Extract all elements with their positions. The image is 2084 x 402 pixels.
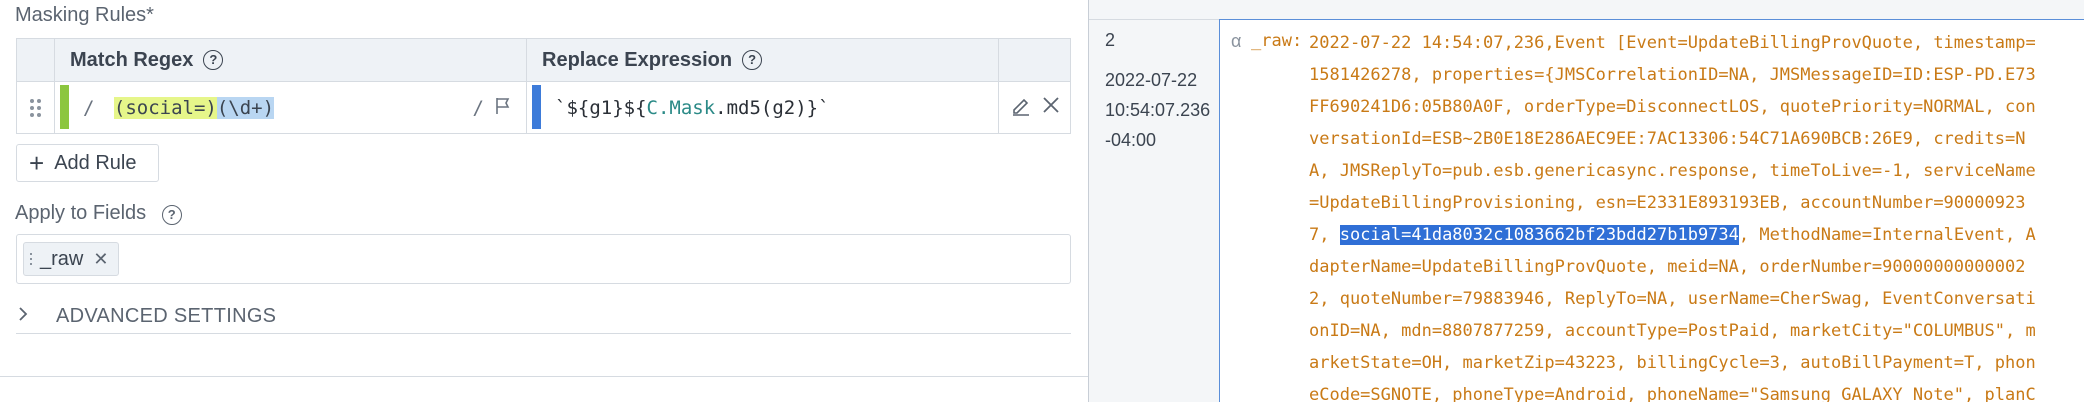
replace-suffix: .md5(g2)}` — [715, 97, 830, 119]
raw-field-value[interactable]: 2022-07-22 14:54:07,236,Event [Event=Upd… — [1309, 29, 2084, 402]
divider-line — [0, 376, 1088, 377]
raw-line: A, JMSReplyTo=pub.esb.genericasync.respo… — [1309, 161, 2036, 181]
raw-field-name: _raw: — [1251, 31, 1303, 51]
add-rule-label: Add Rule — [54, 151, 137, 174]
rules-table-header: Match Regex ? Replace Expression ? — [17, 39, 1070, 82]
advanced-settings-toggle[interactable]: ADVANCED SETTINGS — [16, 300, 1071, 334]
close-icon[interactable] — [1041, 95, 1061, 121]
event-time-date: 2022-07-22 — [1105, 70, 1198, 90]
drag-handle-icon[interactable] — [17, 82, 55, 134]
string-type-icon: α — [1231, 31, 1242, 51]
event-time-clock: 10:54:07.236 — [1105, 100, 1211, 120]
raw-line: 1581426278, properties={JMSCorrelationID… — [1309, 65, 2036, 85]
field-token[interactable]: _raw ✕ — [23, 242, 120, 276]
header-replace-expression: Replace Expression ? — [527, 39, 999, 81]
regex-value[interactable]: / (social=) (\d+) — [83, 82, 275, 134]
replace-value[interactable]: `${g1}${C.Mask .md5(g2)}` — [555, 82, 830, 134]
raw-line: dapterName=UpdateBillingProvQuote, meid=… — [1309, 257, 2026, 277]
header-match-regex-label: Match Regex — [70, 48, 194, 71]
replace-prefix: `${g1}${ — [555, 97, 647, 119]
rule-actions — [999, 82, 1071, 134]
plus-icon: + — [29, 148, 45, 178]
help-icon[interactable]: ? — [161, 205, 182, 225]
apply-to-fields-label: Apply to Fields — [15, 202, 147, 224]
raw-line-prefix: 7, — [1309, 225, 1340, 245]
token-drag-icon[interactable] — [30, 253, 32, 265]
raw-line: 7, social=41da8032c1083662bf23bdd27b1b97… — [1309, 221, 2084, 253]
regex-open-slash: / — [83, 97, 106, 119]
event-raw-panel: α _raw: 2022-07-22 14:54:07,236,Event [E… — [1219, 19, 2084, 402]
raw-line: =UpdateBillingProvisioning, esn=E2331E89… — [1309, 193, 2026, 213]
header-replace-expression-label: Replace Expression — [542, 48, 733, 71]
masking-rules-title: Masking Rules* — [15, 4, 154, 26]
regex-close-slash: / — [472, 97, 484, 119]
regex-group-1: (social=) — [113, 97, 217, 119]
replace-color-bar — [532, 85, 541, 129]
raw-line: onID=NA, mdn=8807877259, accountType=Pos… — [1309, 321, 2036, 341]
edit-icon[interactable] — [1010, 94, 1032, 122]
raw-line: FF690241D6:05B80A0F, orderType=Disconnec… — [1309, 97, 2036, 117]
rule-row: / (social=) (\d+) / `${g1}${C.Mask .md5(g… — [17, 82, 1070, 134]
apply-to-fields-title: Apply to Fields ? — [15, 202, 182, 225]
replace-expression-editor[interactable]: `${g1}${C.Mask .md5(g2)}` — [527, 82, 999, 134]
event-preview-panel: 2 2022-07-22 10:54:07.236 -04:00 α _raw:… — [1089, 0, 2084, 402]
event-number: 2 — [1105, 30, 1116, 50]
fields-input[interactable]: _raw ✕ — [16, 234, 1071, 284]
header-drag-cell — [17, 39, 55, 81]
regex-color-bar — [60, 85, 69, 129]
event-time-zone: -04:00 — [1105, 130, 1157, 150]
replace-cmask: C.Mask — [646, 97, 716, 119]
raw-line: versationId=ESB~2B0E18E286AEC9EE:7AC1330… — [1309, 129, 2026, 149]
field-token-label: _raw — [40, 247, 84, 270]
rules-table: Match Regex ? Replace Expression ? / (so… — [16, 38, 1071, 134]
help-icon[interactable]: ? — [742, 50, 763, 70]
raw-line: eCode=SGNOTE, phoneType=Android, phoneNa… — [1309, 385, 2036, 402]
header-actions-cell — [999, 39, 1071, 81]
chevron-right-icon — [16, 304, 40, 330]
help-icon[interactable]: ? — [203, 50, 224, 70]
match-regex-editor[interactable]: / (social=) (\d+) / — [55, 82, 527, 134]
flag-icon[interactable] — [494, 97, 512, 120]
remove-token-icon[interactable]: ✕ — [93, 249, 108, 270]
raw-line: 2, quoteNumber=79883946, ReplyTo=NA, use… — [1309, 289, 2036, 309]
raw-line-suffix: , MethodName=InternalEvent, A — [1738, 225, 2036, 245]
header-match-regex: Match Regex ? — [55, 39, 527, 81]
raw-line: arketState=OH, marketZip=43223, billingC… — [1309, 353, 2036, 373]
regex-group-2: (\d+) — [216, 97, 275, 119]
masking-rules-panel: Masking Rules* Match Regex ? Replace Exp… — [0, 0, 1088, 402]
add-rule-button[interactable]: + Add Rule — [16, 144, 159, 182]
raw-line: 2022-07-22 14:54:07,236,Event [Event=Upd… — [1309, 33, 2036, 53]
regex-flags: / — [473, 82, 512, 134]
masked-social-selection: social=41da8032c1083662bf23bdd27b1b9734 — [1339, 225, 1739, 245]
advanced-settings-label: ADVANCED SETTINGS — [56, 305, 277, 327]
